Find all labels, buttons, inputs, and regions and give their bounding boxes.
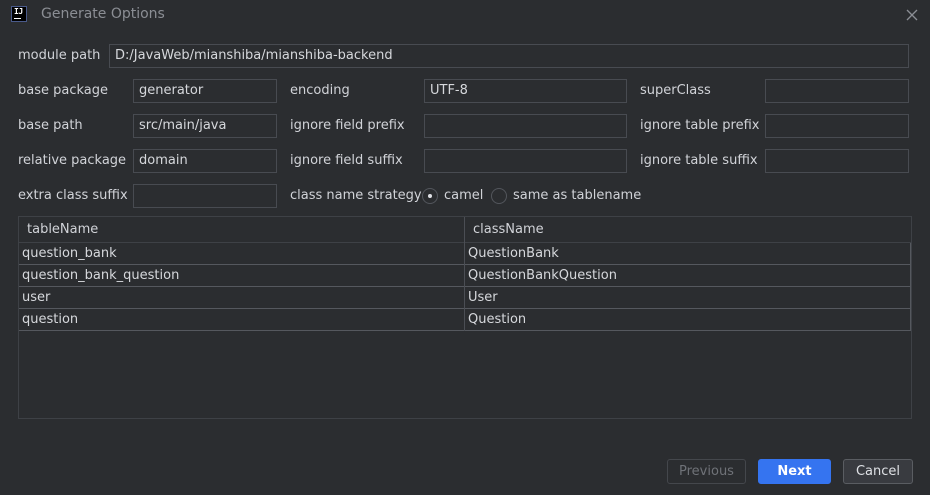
ignore-table-suffix-label: ignore table suffix [640,153,758,168]
same-as-tablename-option-label[interactable]: same as tablename [513,188,641,203]
ignore-field-prefix-label: ignore field prefix [290,118,405,133]
superclass-label: superClass [640,83,711,98]
extra-class-suffix-field[interactable] [133,184,277,208]
rows-right-border [910,243,911,331]
next-button[interactable]: Next [758,459,831,484]
table-name-cell[interactable]: question_bank_question [22,268,179,283]
window-title: Generate Options [41,6,165,22]
relative-package-field[interactable]: domain [133,149,277,173]
table-row[interactable]: question Question [19,309,911,331]
class-name-cell[interactable]: QuestionBankQuestion [468,268,617,283]
close-icon[interactable] [904,7,920,23]
table-name-cell[interactable]: user [22,290,50,305]
ignore-table-suffix-field[interactable] [765,149,909,173]
table-row[interactable]: question_bank_question QuestionBankQuest… [19,265,911,287]
class-name-strategy-label: class name strategy [290,188,422,203]
ignore-field-suffix-label: ignore field suffix [290,153,403,168]
ignore-table-prefix-field[interactable] [765,114,909,138]
class-name-cell[interactable]: Question [468,312,526,327]
class-name-cell[interactable]: User [468,290,498,305]
encoding-field[interactable]: UTF-8 [424,79,627,103]
camel-option-label[interactable]: camel [444,188,483,203]
table-mapping-grid[interactable]: tableName className question_bank Questi… [18,216,912,419]
module-path-field[interactable]: D:/JavaWeb/mianshiba/mianshiba-backend [109,44,909,68]
same-as-tablename-radio[interactable] [491,188,507,204]
base-package-label: base package [18,83,109,98]
table-name-cell[interactable]: question_bank [22,246,117,261]
superclass-field[interactable] [765,79,909,103]
intellij-logo-icon: IJ [11,6,27,22]
cancel-button[interactable]: Cancel [843,459,913,484]
ignore-field-suffix-field[interactable] [424,149,627,173]
ignore-table-prefix-label: ignore table prefix [640,118,760,133]
class-name-header[interactable]: className [473,222,544,237]
table-name-header[interactable]: tableName [27,222,98,237]
camel-radio[interactable] [422,188,438,204]
module-path-label: module path [18,48,101,63]
ignore-field-prefix-field[interactable] [424,114,627,138]
table-row[interactable]: user User [19,287,911,309]
base-path-label: base path [18,118,83,133]
base-path-field[interactable]: src/main/java [133,114,277,138]
extra-class-suffix-label: extra class suffix [18,188,128,203]
previous-button[interactable]: Previous [667,459,746,484]
table-name-cell[interactable]: question [22,312,78,327]
relative-package-label: relative package [18,153,127,168]
column-divider [464,217,465,331]
encoding-label: encoding [290,83,350,98]
table-row[interactable]: question_bank QuestionBank [19,243,911,265]
class-name-cell[interactable]: QuestionBank [468,246,559,261]
title-bar: IJ Generate Options [0,0,930,30]
base-package-field[interactable]: generator [133,79,277,103]
table-header: tableName className [19,217,911,243]
